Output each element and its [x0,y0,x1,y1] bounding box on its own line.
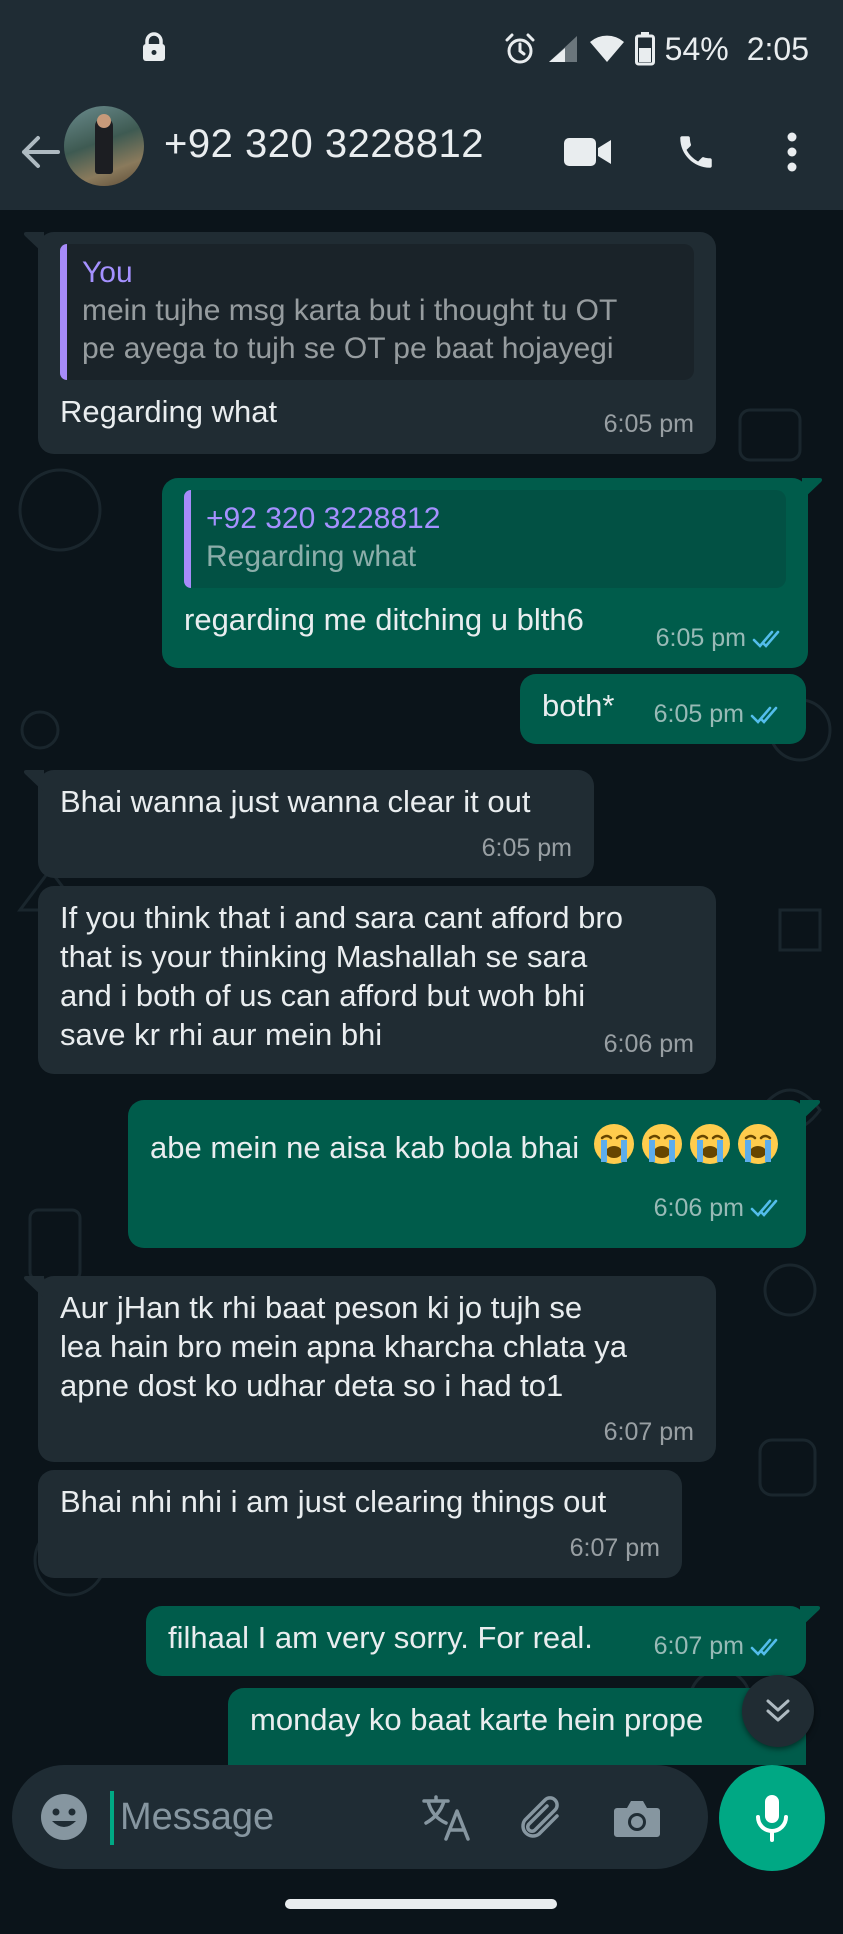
message-bubble-outgoing[interactable]: filhaal I am very sorry. For real. 6:07 … [146,1606,820,1676]
mic-button[interactable] [719,1765,825,1871]
quoted-message[interactable]: You mein tujhe msg karta but i thought t… [60,244,694,380]
message-time: 6:06 pm [654,1178,784,1238]
message-time: 6:05 pm [656,619,786,658]
message-bubble-incoming[interactable]: Bhai wanna just wanna clear it out 6:05 … [24,770,594,878]
message-time: 6:07 pm [603,1418,694,1446]
message-time: 6:05 pm [603,410,694,438]
voice-call-icon[interactable] [666,122,726,182]
wifi-icon [589,34,625,64]
double-chevron-down-icon [766,1699,790,1722]
message-bubble-outgoing[interactable]: +92 320 3228812 Regarding what regarding… [162,478,822,668]
read-receipt-icon [750,1199,778,1217]
message-bubble-incoming[interactable]: You mein tujhe msg karta but i thought t… [24,232,716,454]
loudly-crying-face-emoji [688,1122,732,1166]
read-receipt-icon [750,706,778,724]
message-text: Bhai nhi nhi i am just clearing things o… [60,1484,607,1519]
message-bubble-outgoing[interactable]: abe mein ne aisa kab bola bhai 6:06 pm [128,1100,820,1248]
camera-icon[interactable] [608,1789,666,1847]
chat-header: +92 320 3228812 [0,96,843,210]
loudly-crying-face-emoji [736,1122,780,1166]
quoted-message[interactable]: +92 320 3228812 Regarding what [184,490,786,588]
more-options-icon[interactable] [762,122,822,182]
lock-icon [140,32,168,62]
emoji-icon[interactable] [38,1791,90,1843]
message-bubble-outgoing[interactable]: monday ko baat karte hein prope [228,1688,806,1765]
message-text: If you think that i and sara cant afford… [60,900,623,1052]
mic-icon [756,1795,788,1842]
message-text: Bhai wanna just wanna clear it out [60,784,531,819]
quoted-author: You [82,256,133,289]
composer-bar [0,1765,843,1885]
whatsapp-chat-screen: 54% 2:05 +92 320 3228812 You mein tujhe … [0,0,843,1934]
clipped-region: monday ko baat karte hein prope [0,1688,843,1765]
message-text: Aur jHan tk rhi baat peson ki jo tujh se… [60,1290,627,1403]
quoted-text: mein tujhe msg karta but i thought tu OT… [82,294,618,365]
message-time: 6:05 pm [654,695,784,734]
message-time: 6:07 pm [569,1534,660,1562]
message-bubble-incoming[interactable]: Aur jHan tk rhi baat peson ki jo tujh se… [24,1276,716,1462]
scroll-to-bottom-button[interactable] [742,1675,814,1747]
emoji-group [588,1124,780,1165]
quoted-text: Regarding what [206,540,417,573]
clock: 2:05 [746,30,809,67]
message-time: 6:06 pm [603,1030,694,1058]
message-text: Regarding what [60,394,278,429]
contact-name[interactable]: +92 320 3228812 [164,122,484,167]
alarm-icon [503,32,537,66]
quoted-author: +92 320 3228812 [206,502,441,535]
translate-icon[interactable] [418,1789,476,1847]
attach-icon[interactable] [512,1789,570,1847]
loudly-crying-face-emoji [592,1122,636,1166]
back-arrow-icon[interactable] [18,124,62,180]
text-caret [110,1791,114,1845]
message-bubble-incoming[interactable]: If you think that i and sara cant afford… [38,886,716,1074]
signal-icon [547,34,579,64]
system-nav-bar [0,1885,843,1934]
status-bar: 54% 2:05 [0,0,843,96]
loudly-crying-face-emoji [640,1122,684,1166]
message-bubble-incoming[interactable]: Bhai nhi nhi i am just clearing things o… [38,1470,682,1578]
home-gesture-bar[interactable] [285,1899,557,1909]
message-bubble-outgoing[interactable]: both* 6:05 pm [520,674,806,744]
message-input-container[interactable] [12,1765,708,1869]
video-call-icon[interactable] [558,122,618,182]
read-receipt-icon [752,630,780,648]
message-text: monday ko baat karte hein prope [250,1702,704,1737]
avatar[interactable] [64,106,144,186]
battery-percent: 54% [664,30,729,67]
message-text: abe mein ne aisa kab bola bhai [150,1130,580,1165]
message-input[interactable] [120,1787,420,1847]
read-receipt-icon [750,1638,778,1656]
battery-icon [634,32,655,66]
message-time: 6:07 pm [654,1627,784,1666]
message-time: 6:05 pm [481,834,572,862]
